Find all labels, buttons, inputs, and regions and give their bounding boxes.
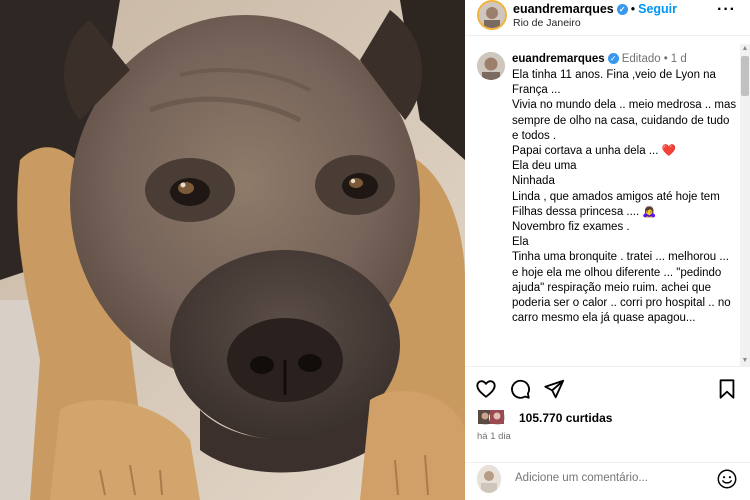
caption-line: Ela — [512, 236, 529, 249]
likes-count[interactable]: 105.770 curtidas — [519, 411, 612, 425]
post-actions: 105.770 curtidas há 1 dia — [465, 366, 750, 500]
emoji-icon[interactable] — [716, 468, 738, 490]
likes-word: curtidas — [565, 411, 613, 425]
caption-line: Tinha uma bronquite . tratei ... melhoro… — [512, 251, 734, 325]
post-photo[interactable] — [0, 0, 465, 500]
scroll-down-arrow-icon[interactable]: ▼ — [740, 356, 750, 366]
bookmark-icon[interactable] — [716, 378, 738, 400]
caption-age[interactable]: 1 d — [671, 53, 687, 65]
viewer-avatar — [477, 465, 501, 493]
caption-username[interactable]: euandremarques — [512, 53, 605, 65]
caption-line: Ela tinha 11 anos. Fina ,veio de Lyon na… — [512, 69, 720, 97]
comments-scrollbar[interactable]: ▲ ▼ — [740, 44, 750, 366]
more-options-icon[interactable]: ··· — [717, 2, 736, 18]
post-location[interactable]: Rio de Janeiro — [513, 17, 581, 29]
scroll-up-arrow-icon[interactable]: ▲ — [740, 44, 750, 54]
caption-line: Papai cortava a unha dela ... ❤️ — [512, 145, 676, 158]
caption-line: Ela deu uma — [512, 160, 577, 173]
post-header: euandremarques ✓ • Seguir Rio de Janeiro ··… — [465, 0, 750, 36]
comment-input[interactable] — [515, 472, 705, 484]
caption-author-avatar[interactable] — [477, 52, 505, 80]
header-user-line: euandremarques ✓ • Seguir — [513, 2, 677, 16]
caption-line: Linda , que amados amigos até hoje tem — [512, 190, 720, 203]
follow-button[interactable]: Seguir — [638, 2, 677, 16]
comment-icon[interactable] — [509, 378, 531, 400]
add-comment-bar — [465, 462, 750, 500]
heart-icon[interactable] — [475, 378, 497, 400]
scroll-thumb[interactable] — [741, 56, 749, 96]
likes-number: 105.770 — [519, 411, 563, 425]
separator-dot: • — [663, 53, 668, 65]
dog-photo-image — [0, 0, 465, 500]
caption-line: Novembro fiz exames . — [512, 221, 630, 234]
comments-area: euandremarques ✓ Editado • 1 d Ela tinha 11 … — [465, 44, 750, 366]
caption-text: Ela tinha 11 anos. Fina ,veio de Lyon na… — [512, 68, 737, 326]
verified-badge-icon: ✓ — [607, 53, 619, 64]
send-icon[interactable] — [543, 378, 565, 400]
caption-line: Filhas dessa princesa .... 🙇‍♀️ — [512, 205, 657, 218]
post-side-panel: euandremarques ✓ • Seguir Rio de Janeiro ··… — [465, 0, 750, 500]
author-avatar[interactable] — [477, 0, 507, 30]
liker-avatar[interactable] — [489, 409, 506, 426]
edited-label: Editado — [621, 53, 661, 65]
caption-line: Ninhada — [512, 175, 555, 188]
verified-badge-icon: ✓ — [616, 4, 628, 15]
caption-header: euandremarques ✓ Editado • 1 d — [512, 53, 687, 65]
author-username[interactable]: euandremarques — [513, 2, 614, 16]
post-time[interactable]: há 1 dia — [477, 431, 511, 442]
caption-line: Vivia no mundo dela .. meio medrosa .. m… — [512, 99, 740, 142]
separator-dot: • — [630, 2, 636, 16]
